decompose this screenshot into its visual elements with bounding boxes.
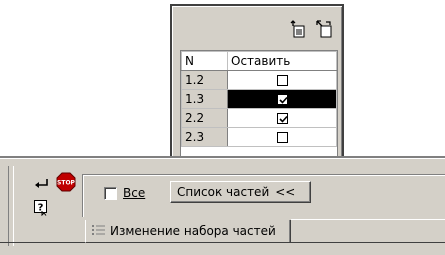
sheet-up-arrow-icon[interactable] [288,20,308,38]
keep-checkbox[interactable] [276,132,288,143]
row-number-cell: 1.3 [181,89,228,109]
table-row[interactable]: 1.2 [181,70,337,90]
svg-text:?: ? [38,203,44,214]
table-row[interactable]: 2.3 [181,127,337,147]
popup-toolbar [172,6,342,46]
tab-change-parts-set[interactable]: Изменение набора частей [85,220,291,243]
keep-cell[interactable] [227,89,337,109]
parts-list-button-label: Список частей [177,185,270,199]
panel-divider [0,156,445,159]
grid-header-row: N Оставить [181,51,337,71]
sheet-corner-arrow-icon[interactable] [315,20,335,38]
keep-checkbox[interactable] [276,94,288,105]
keep-cell[interactable] [227,108,337,128]
check-mark-icon [278,96,288,104]
keep-checkbox[interactable] [276,75,288,86]
column-header-n[interactable]: N [181,51,228,71]
parts-list-popup: N Оставить 1.2 1.3 2.2 2.3 [170,4,344,167]
row-number-cell: 2.3 [181,127,228,147]
all-checkbox-label: Все [123,186,146,200]
stop-icon[interactable]: STOP [56,172,76,192]
panel-grip-handle[interactable] [8,166,14,246]
parts-grid: N Оставить 1.2 1.3 2.2 2.3 [180,50,338,164]
tab-label: Изменение набора частей [110,224,276,238]
svg-text:STOP: STOP [57,180,76,187]
list-icon [92,224,106,239]
property-panel: STOP ? Все Список частей << Изменение на… [0,156,445,255]
keep-checkbox[interactable] [276,113,288,124]
keep-cell[interactable] [227,127,337,147]
all-checkbox[interactable]: Все [104,184,145,202]
row-number-cell: 2.2 [181,108,228,128]
parts-list-button[interactable]: Список частей << [170,181,311,203]
all-checkbox-box[interactable] [104,186,117,200]
row-number-cell: 1.2 [181,70,228,90]
tab-strip-highlight [291,219,445,220]
collapse-chevron: << [275,185,296,199]
enter-arrow-icon[interactable] [32,176,50,194]
column-header-keep[interactable]: Оставить [227,51,337,71]
keep-cell[interactable] [227,70,337,90]
check-mark-icon [278,115,288,123]
help-icon[interactable]: ? [32,198,50,216]
table-row[interactable]: 1.3 [181,89,337,109]
table-row[interactable]: 2.2 [181,108,337,128]
